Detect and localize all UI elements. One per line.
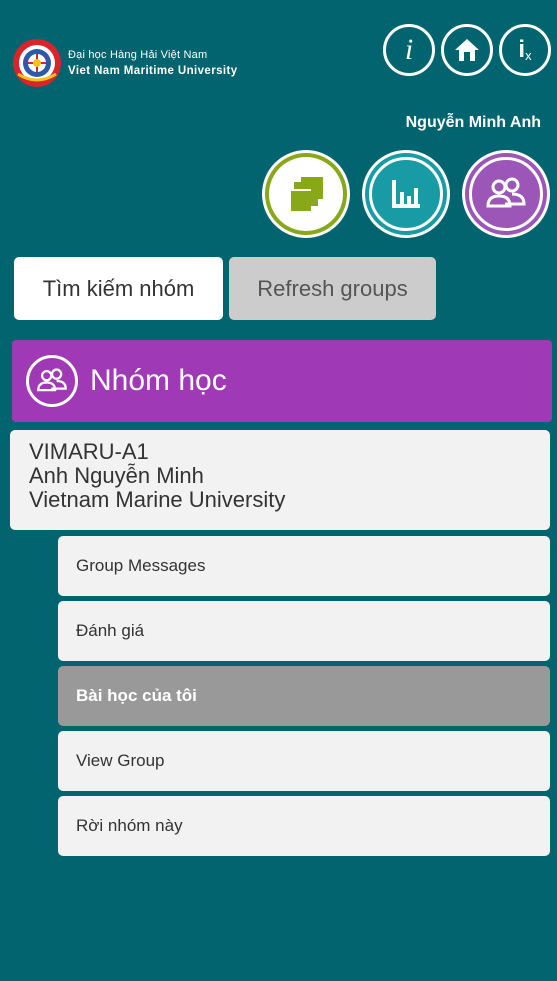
group-name: VIMARU-A1 — [29, 439, 149, 464]
university-logo[interactable]: Đại học Hàng Hải Việt Nam Viet Nam Marit… — [12, 38, 238, 88]
home-icon[interactable] — [441, 24, 493, 76]
group-card[interactable]: VIMARU-A1 Anh Nguyễn Minh Vietnam Marine… — [10, 430, 550, 530]
groups-icon — [486, 177, 526, 208]
courses-icon — [289, 177, 323, 211]
reports-button[interactable] — [362, 150, 450, 238]
reports-icon — [392, 180, 420, 208]
info-close-icon[interactable]: i x — [499, 24, 551, 76]
info-icon[interactable]: i — [383, 24, 435, 76]
menu-item-assessment[interactable]: Đánh giá — [58, 601, 550, 661]
university-emblem-icon — [13, 39, 61, 87]
home-glyph — [455, 39, 479, 61]
logo-text-english: Viet Nam Maritime University — [68, 65, 238, 77]
menu-item-group-messages[interactable]: Group Messages — [58, 536, 550, 596]
group-icon — [26, 355, 78, 407]
courses-button[interactable] — [262, 150, 350, 238]
group-section-header: Nhóm học — [12, 340, 552, 422]
refresh-groups-button[interactable]: Refresh groups — [229, 257, 436, 320]
group-institution: Vietnam Marine University — [29, 487, 286, 512]
top-toolbar: i i x — [383, 24, 551, 76]
logo-text-vietnamese: Đại học Hàng Hải Việt Nam — [68, 49, 208, 61]
quick-nav — [262, 150, 550, 238]
group-glyph — [37, 368, 67, 392]
menu-item-view-group[interactable]: View Group — [58, 731, 550, 791]
group-owner: Anh Nguyễn Minh — [29, 463, 204, 488]
groups-button[interactable] — [462, 150, 550, 238]
search-groups-button[interactable]: Tìm kiếm nhóm — [14, 257, 223, 320]
group-section-title: Nhóm học — [90, 364, 227, 397]
user-name: Nguyễn Minh Anh — [405, 114, 541, 131]
group-menu: Group Messages Đánh giá Bài học của tôi … — [58, 536, 550, 861]
menu-item-my-lessons[interactable]: Bài học của tôi — [58, 666, 550, 726]
menu-item-leave-group[interactable]: Rời nhóm này — [58, 796, 550, 856]
